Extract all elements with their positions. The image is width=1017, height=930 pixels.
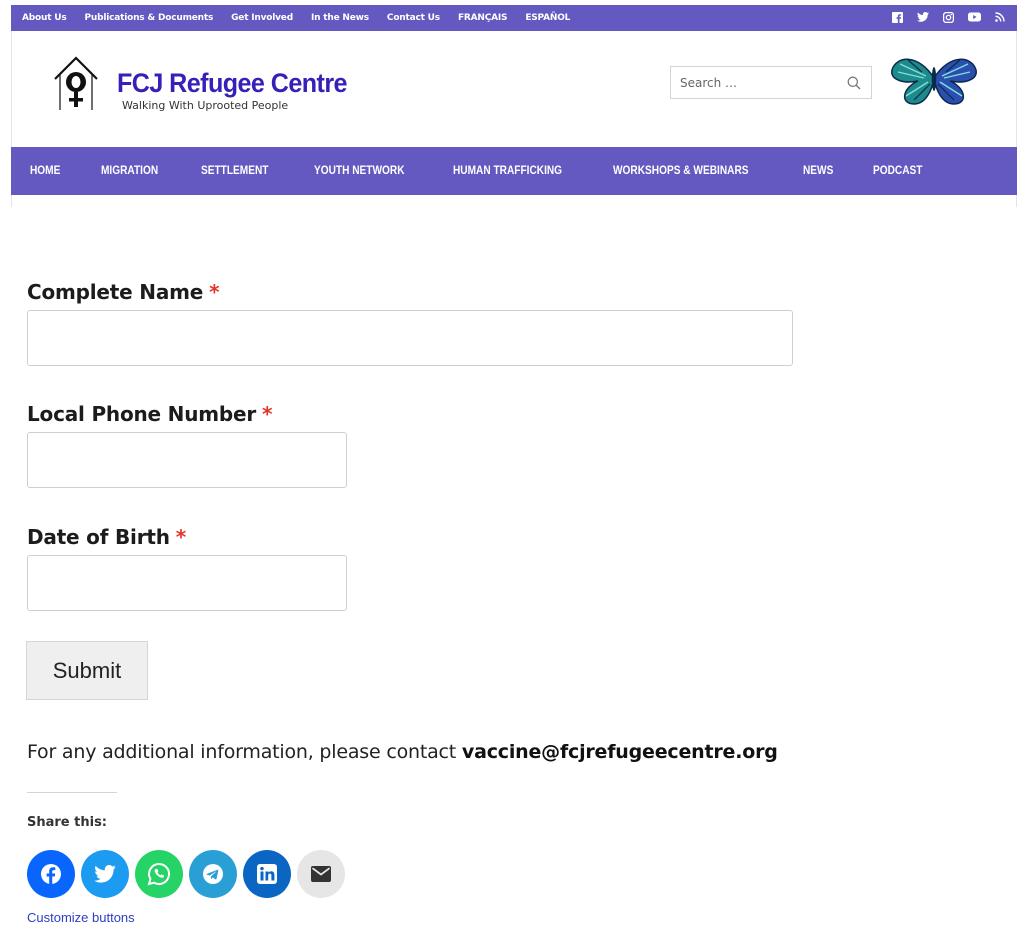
nav-item-migration[interactable]: MIGRATION <box>101 165 158 177</box>
social-links <box>892 5 1005 31</box>
twitter-icon <box>94 865 116 883</box>
site-tagline: Walking With Uprooted People <box>122 99 289 112</box>
instagram-icon[interactable] <box>942 11 955 25</box>
share-title: Share this: <box>27 815 108 830</box>
logo-icon[interactable] <box>52 55 100 113</box>
share-email-button[interactable] <box>297 850 345 898</box>
nav-item-home[interactable]: HOME <box>30 165 60 177</box>
share-twitter-button[interactable] <box>81 850 129 898</box>
rss-icon[interactable] <box>995 12 1005 24</box>
nav-item-youth-network[interactable]: YOUTH NETWORK <box>314 165 405 177</box>
required-mark: * <box>175 525 187 549</box>
search-box <box>670 66 872 99</box>
whatsapp-icon <box>147 862 171 886</box>
top-bar: About Us Publications & Documents Get In… <box>11 5 1017 31</box>
share-buttons <box>27 850 345 898</box>
main-nav: HOME MIGRATION SETTLEMENT YOUTH NETWORK … <box>11 147 1017 195</box>
customize-buttons-link[interactable]: Customize buttons <box>27 910 135 925</box>
contact-text: For any additional information, please c… <box>27 741 457 763</box>
submit-button[interactable]: Submit <box>26 641 148 700</box>
required-mark: * <box>262 402 273 426</box>
date-of-birth-label-text: Date of Birth <box>27 525 170 549</box>
nav-item-settlement[interactable]: SETTLEMENT <box>201 165 268 177</box>
complete-name-label: Complete Name * <box>27 280 220 304</box>
telegram-icon <box>203 864 223 884</box>
top-link-francais[interactable]: FRANÇAIS <box>458 13 508 23</box>
linkedin-icon <box>257 864 277 884</box>
site-title[interactable]: FCJ Refugee Centre <box>117 68 348 99</box>
contact-email: vaccine@fcjrefugeecentre.org <box>461 741 778 763</box>
required-mark: * <box>209 280 220 304</box>
date-of-birth-field[interactable] <box>27 555 347 611</box>
phone-label-text: Local Phone Number <box>27 402 257 426</box>
header-border <box>11 195 1017 207</box>
share-facebook-button[interactable] <box>27 850 75 898</box>
phone-label: Local Phone Number * <box>27 402 273 426</box>
share-telegram-button[interactable] <box>189 850 237 898</box>
top-link-espanol[interactable]: ESPAÑOL <box>525 13 570 23</box>
top-link-about-us[interactable]: About Us <box>22 13 67 23</box>
youtube-icon[interactable] <box>968 12 981 24</box>
divider <box>27 792 117 793</box>
complete-name-label-text: Complete Name <box>27 280 204 304</box>
nav-item-podcast[interactable]: PODCAST <box>873 165 922 177</box>
complete-name-field[interactable] <box>27 310 793 366</box>
site-header: FCJ Refugee Centre Walking With Uprooted… <box>11 31 1017 147</box>
date-of-birth-label: Date of Birth * <box>27 525 186 549</box>
top-link-publications[interactable]: Publications & Documents <box>85 13 214 23</box>
search-icon[interactable] <box>847 76 861 90</box>
butterflies-logo-icon <box>891 58 977 105</box>
share-linkedin-button[interactable] <box>243 850 291 898</box>
nav-item-human-trafficking[interactable]: HUMAN TRAFFICKING <box>453 165 562 177</box>
facebook-icon <box>41 864 61 885</box>
facebook-icon[interactable] <box>892 11 903 25</box>
contact-line: For any additional information, please c… <box>27 741 778 763</box>
top-link-contact-us[interactable]: Contact Us <box>387 13 440 23</box>
top-link-in-the-news[interactable]: In the News <box>311 13 369 23</box>
top-link-get-involved[interactable]: Get Involved <box>231 13 293 23</box>
phone-field[interactable] <box>27 432 347 488</box>
nav-item-news[interactable]: NEWS <box>803 165 833 177</box>
twitter-icon[interactable] <box>917 12 929 24</box>
nav-item-workshops-webinars[interactable]: WORKSHOPS & WEBINARS <box>613 165 749 177</box>
share-whatsapp-button[interactable] <box>135 850 183 898</box>
email-icon <box>311 866 331 882</box>
top-links: About Us Publications & Documents Get In… <box>11 13 588 23</box>
search-input[interactable] <box>671 67 841 98</box>
